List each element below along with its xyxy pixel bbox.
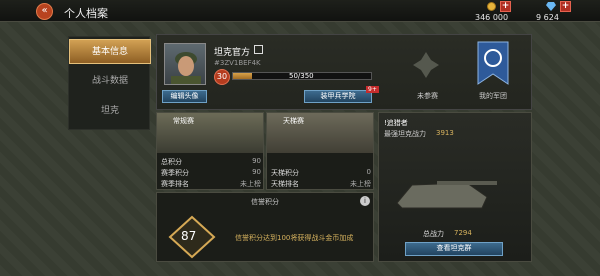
level-badge: 30 <box>214 69 230 85</box>
gem-amount: 9 624 <box>536 13 559 22</box>
ladder-points-label: 天梯积分 <box>271 169 299 177</box>
regular-season-title: 常规赛 <box>173 117 194 125</box>
add-gems-button[interactable]: + <box>560 1 571 12</box>
tank-sub-label: 最强坦克战力 <box>384 130 426 138</box>
page-title: 个人档案 <box>64 7 108 20</box>
xp-text: 50/350 <box>289 72 314 80</box>
ladder-rank-value: 未上榜 <box>350 180 371 188</box>
reputation-card: 信誉积分 i 87 信誉积分达到100将获得战斗金币加成 <box>156 192 374 262</box>
tank-sub-value: 3913 <box>436 129 454 137</box>
not-joined-label: 未参赛 <box>417 92 438 100</box>
power-value: 7294 <box>454 229 472 237</box>
power-label: 总战力 <box>423 230 444 238</box>
add-gold-button[interactable]: + <box>500 1 511 12</box>
xp-fill <box>233 73 253 79</box>
avatar[interactable] <box>164 43 206 85</box>
season-rank-value: 未上榜 <box>240 180 261 188</box>
tank-panel: !追猎者 最强坦克战力 3913 总战力 7294 查看坦克群 <box>378 112 532 262</box>
armor-academy-button[interactable]: 装甲兵学院 <box>304 90 372 103</box>
left-nav: 基本信息 战斗数据 坦克 <box>68 36 151 130</box>
tank-destroyer-icon <box>396 181 497 209</box>
regular-season-card[interactable]: 常规赛 总积分 90 赛季积分 90 赛季排名 未上榜 <box>156 112 264 190</box>
info-icon[interactable]: i <box>360 196 370 206</box>
view-tank-group-button[interactable]: 查看坦克群 <box>405 242 503 256</box>
ladder-title: 天梯赛 <box>283 117 304 125</box>
reputation-value: 87 <box>181 229 197 243</box>
gold-coin-icon <box>487 2 496 11</box>
reputation-title: 信誉积分 <box>251 198 279 206</box>
player-name: 坦克官方 <box>214 48 251 58</box>
ladder-rank-label: 天梯排名 <box>271 180 299 188</box>
total-points-value: 90 <box>252 157 261 165</box>
tab-basic-info[interactable]: 基本信息 <box>69 39 151 64</box>
gem-icon <box>546 2 556 11</box>
season-points-label: 赛季积分 <box>161 169 189 177</box>
reputation-desc: 信誉积分达到100将获得战斗金币加成 <box>235 234 354 242</box>
empty-legion-icon <box>413 52 439 78</box>
tank-name: !追猎者 <box>384 119 408 127</box>
ladder-points-value: 0 <box>366 168 371 176</box>
my-legion-label: 我的军团 <box>479 92 507 100</box>
season-rank-label: 赛季排名 <box>161 180 189 188</box>
legion-banner-icon[interactable] <box>476 40 510 86</box>
ladder-card[interactable]: 天梯赛 天梯积分 0 天梯排名 未上榜 <box>266 112 374 190</box>
edit-name-icon[interactable] <box>254 45 263 54</box>
soldier-portrait-icon <box>171 52 201 84</box>
gold-amount: 346 000 <box>475 13 509 22</box>
back-button[interactable]: « <box>36 3 53 20</box>
tab-battle-data[interactable]: 战斗数据 <box>69 69 151 94</box>
player-id: #3ZV1BEF4K <box>214 59 261 67</box>
tab-tanks[interactable]: 坦克 <box>69 99 151 124</box>
season-points-value: 90 <box>252 168 261 176</box>
total-points-label: 总积分 <box>161 158 182 166</box>
top-bar: « 个人档案 + 346 000 + 9 624 <box>0 0 600 22</box>
academy-badge: 9+ <box>366 86 379 93</box>
edit-avatar-button[interactable]: 编辑头像 <box>162 90 207 103</box>
chevron-double-left-icon: « <box>41 5 48 16</box>
